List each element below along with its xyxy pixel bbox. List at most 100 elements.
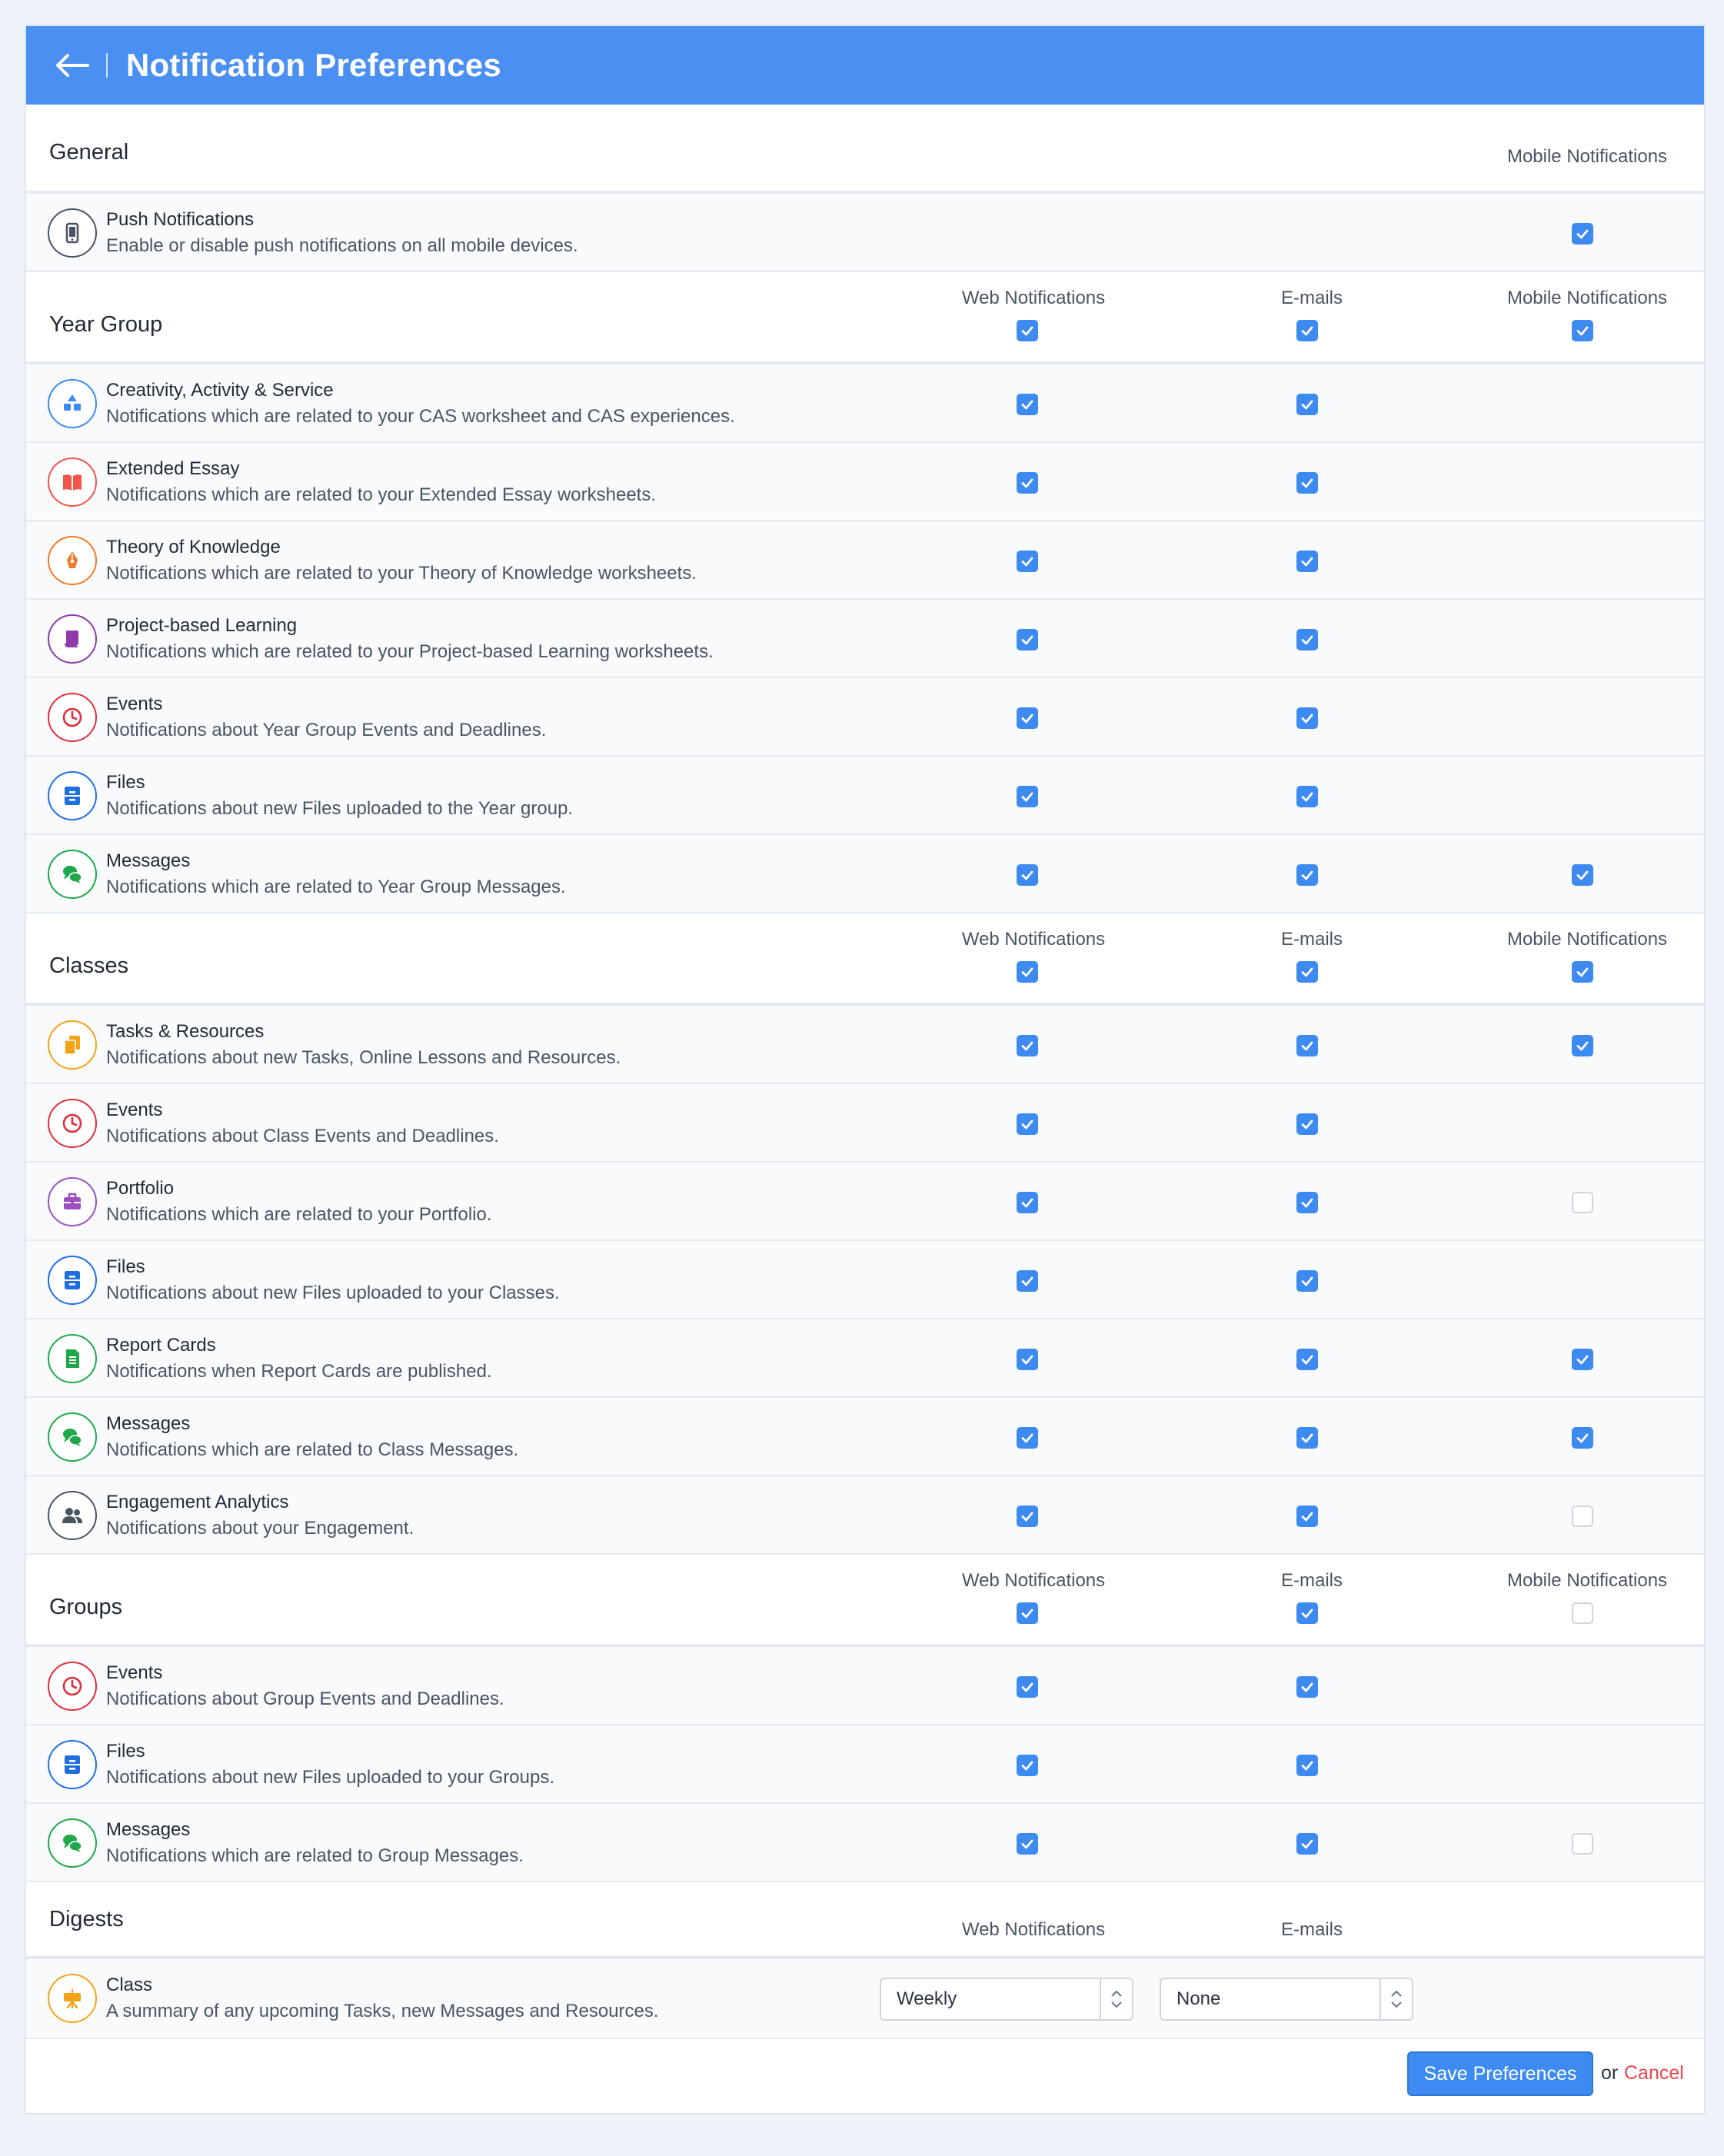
email-checkbox[interactable]: [1296, 1113, 1318, 1135]
select-stepper[interactable]: [1380, 1979, 1412, 2019]
email-checkbox[interactable]: [1296, 472, 1318, 494]
web-notification-checkbox[interactable]: [1017, 1833, 1038, 1855]
row-title: Push Notifications: [106, 209, 255, 230]
mobile-notification-checkbox[interactable]: [1572, 1192, 1593, 1213]
row-description: Notifications which are related to your …: [106, 406, 735, 427]
clock-icon: [62, 1113, 82, 1133]
email-checkbox[interactable]: [1296, 1349, 1318, 1370]
select-all-web-checkbox[interactable]: [1017, 1602, 1038, 1624]
checkmark-icon: [1021, 478, 1033, 488]
checkmark-icon: [1301, 557, 1313, 567]
checkmark-icon: [1021, 1839, 1033, 1849]
checkmark-icon: [1576, 1355, 1589, 1365]
email-checkbox[interactable]: [1296, 786, 1318, 807]
web-notification-checkbox[interactable]: [1017, 707, 1038, 729]
row-description: Notifications about your Engagement.: [106, 1518, 414, 1539]
row-groups-files: Files Notifications about new Files uplo…: [26, 1725, 1704, 1804]
checkmark-icon: [1021, 1120, 1033, 1130]
preferences-card: Notification Preferences General Mobile …: [25, 25, 1706, 2114]
web-notification-checkbox[interactable]: [1017, 629, 1038, 650]
back-button[interactable]: [54, 47, 91, 84]
checkmark-icon: [1576, 229, 1589, 239]
web-notification-checkbox[interactable]: [1017, 1270, 1038, 1292]
web-digest-select[interactable]: Weekly: [880, 1978, 1133, 2021]
select-all-web-checkbox[interactable]: [1017, 961, 1038, 983]
mobile-notification-checkbox[interactable]: [1572, 1833, 1593, 1855]
checkmark-icon: [1301, 1041, 1313, 1051]
mobile-notification-checkbox[interactable]: [1572, 1035, 1593, 1056]
row-description: A summary of any upcoming Tasks, new Mes…: [106, 2001, 659, 2021]
checkmark-icon: [1021, 1355, 1033, 1365]
column-header-web: Web Notifications: [961, 288, 1106, 308]
email-checkbox[interactable]: [1296, 1192, 1318, 1213]
email-checkbox[interactable]: [1296, 1755, 1318, 1776]
row-classes-portfolio: Portfolio Notifications which are relate…: [26, 1163, 1704, 1241]
email-checkbox[interactable]: [1296, 394, 1318, 415]
row-year-group-theory-of-knowledge: Theory of Knowledge Notifications which …: [26, 521, 1704, 600]
column-header-web: Web Notifications: [961, 929, 1106, 950]
scroll-icon: [65, 630, 79, 647]
web-notification-checkbox[interactable]: [1017, 394, 1038, 415]
web-notification-checkbox[interactable]: [1017, 1113, 1038, 1135]
web-notification-checkbox[interactable]: [1017, 1035, 1038, 1056]
row-title: Files: [106, 1741, 145, 1762]
email-checkbox[interactable]: [1296, 707, 1318, 729]
row-groups-events: Events Notifications about Group Events …: [26, 1647, 1704, 1725]
email-checkbox[interactable]: [1296, 1427, 1318, 1449]
web-notification-checkbox[interactable]: [1017, 472, 1038, 494]
select-all-mobile-checkbox[interactable]: [1572, 320, 1593, 341]
select-all-mobile-checkbox[interactable]: [1572, 1602, 1593, 1624]
select-all-email-checkbox[interactable]: [1296, 1602, 1318, 1624]
select-all-web-checkbox[interactable]: [1017, 320, 1038, 341]
row-icon: [48, 1818, 97, 1868]
select-all-email-checkbox[interactable]: [1296, 961, 1318, 983]
email-checkbox[interactable]: [1296, 1676, 1318, 1698]
row-push-notifications: Push Notifications Enable or disable pus…: [26, 194, 1704, 272]
row-classes-report-cards: Report Cards Notifications when Report C…: [26, 1319, 1704, 1398]
checkmark-icon: [1301, 1761, 1313, 1771]
checkmark-icon: [1301, 1120, 1313, 1130]
checkmark-icon: [1301, 400, 1313, 410]
email-checkbox[interactable]: [1296, 551, 1318, 572]
web-notification-checkbox[interactable]: [1017, 1506, 1038, 1527]
web-notification-checkbox[interactable]: [1017, 786, 1038, 807]
column-header-web: Web Notifications: [961, 1919, 1106, 1940]
email-digest-select[interactable]: None: [1160, 1978, 1413, 2021]
mobile-notification-checkbox[interactable]: [1572, 1427, 1593, 1449]
row-title: Tasks & Resources: [106, 1021, 265, 1042]
header-divider: [106, 53, 108, 78]
web-notification-checkbox[interactable]: [1017, 1192, 1038, 1213]
email-checkbox[interactable]: [1296, 1833, 1318, 1855]
email-checkbox[interactable]: [1296, 1035, 1318, 1056]
checkmark-icon: [1576, 870, 1589, 880]
web-notification-checkbox[interactable]: [1017, 1755, 1038, 1776]
row-icon: [48, 614, 97, 664]
email-checkbox[interactable]: [1296, 1270, 1318, 1292]
web-notification-checkbox[interactable]: [1017, 551, 1038, 572]
save-preferences-button[interactable]: Save Preferences: [1407, 2051, 1593, 2096]
checkmark-icon: [1301, 1682, 1313, 1692]
checkmark-icon: [1576, 1433, 1589, 1443]
web-notification-checkbox[interactable]: [1017, 1349, 1038, 1370]
row-title: Portfolio: [106, 1178, 175, 1199]
mobile-notification-checkbox[interactable]: [1572, 1349, 1593, 1370]
email-checkbox[interactable]: [1296, 629, 1318, 650]
row-year-group-creativity-activity-service: Creativity, Activity & Service Notificat…: [26, 364, 1704, 443]
email-checkbox[interactable]: [1296, 864, 1318, 886]
checkmark-icon: [1021, 1512, 1033, 1522]
row-groups-messages: Messages Notifications which are related…: [26, 1804, 1704, 1882]
row-icon: [48, 208, 97, 258]
cancel-link[interactable]: Cancel: [1624, 2062, 1684, 2084]
select-stepper[interactable]: [1100, 1979, 1132, 2019]
select-all-email-checkbox[interactable]: [1296, 320, 1318, 341]
mobile-notification-checkbox[interactable]: [1572, 223, 1593, 245]
mobile-notification-checkbox[interactable]: [1572, 1506, 1593, 1527]
column-header-mobile: Mobile Notifications: [1506, 288, 1668, 308]
web-notification-checkbox[interactable]: [1017, 1676, 1038, 1698]
mobile-notification-checkbox[interactable]: [1572, 864, 1593, 886]
web-notification-checkbox[interactable]: [1017, 864, 1038, 886]
select-all-mobile-checkbox[interactable]: [1572, 961, 1593, 983]
row-title: Messages: [106, 1819, 191, 1840]
web-notification-checkbox[interactable]: [1017, 1427, 1038, 1449]
email-checkbox[interactable]: [1296, 1506, 1318, 1527]
